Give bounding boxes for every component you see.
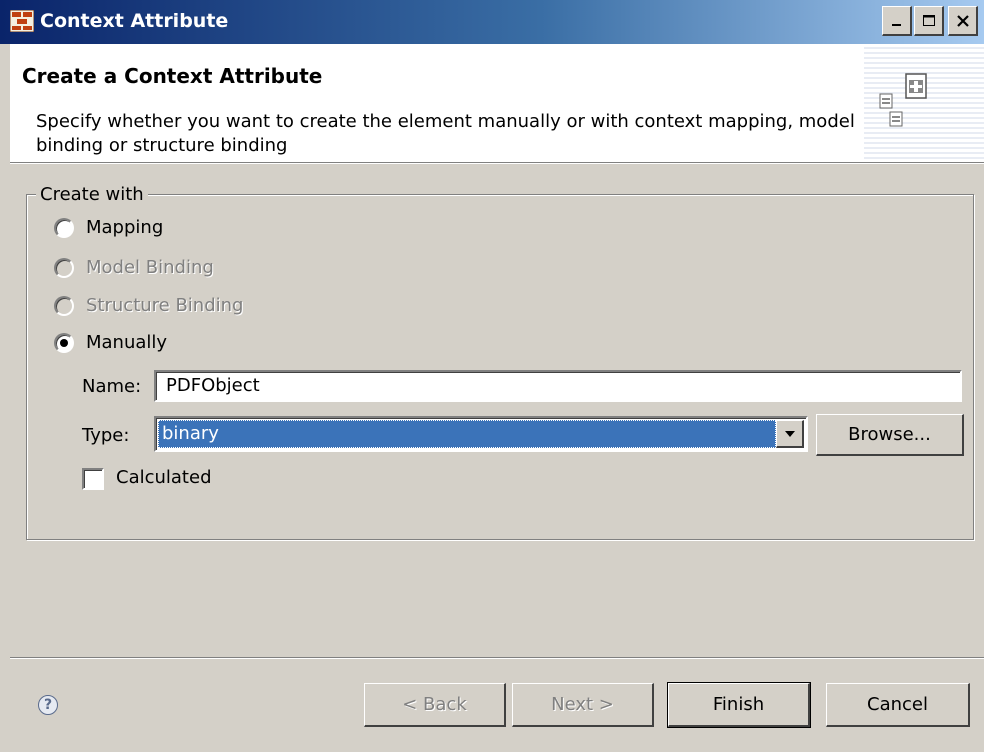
next-button: Next > [512, 683, 654, 727]
wizard-banner-icon [879, 73, 927, 127]
app-icon [10, 10, 34, 32]
radio-label: Mapping [86, 217, 164, 238]
radio-mapping[interactable]: Mapping [54, 217, 163, 238]
footer-separator-highlight [10, 658, 984, 659]
name-label: Name: [82, 376, 142, 397]
calculated-checkbox[interactable] [82, 468, 104, 490]
close-icon [956, 14, 969, 27]
type-dropdown[interactable]: binary [154, 416, 808, 452]
radio-button[interactable] [54, 332, 74, 353]
maximize-icon [922, 14, 935, 26]
finish-button[interactable]: Finish [667, 682, 811, 728]
page-title: Create a Context Attribute [22, 64, 323, 88]
page-description: Specify whether you want to create the e… [36, 111, 855, 156]
title-bar: Context Attribute [0, 0, 984, 44]
group-legend: Create with [36, 184, 148, 205]
type-selected-value: binary [158, 420, 776, 448]
type-label: Type: [82, 425, 130, 446]
radio-button [54, 257, 74, 278]
radio-button [54, 295, 74, 316]
cancel-button[interactable]: Cancel [826, 683, 970, 727]
maximize-button[interactable] [914, 6, 944, 36]
header-separator-highlight [10, 163, 984, 164]
radio-model-binding: Model Binding [54, 257, 214, 278]
wizard-header: Create a Context Attribute Specify wheth… [10, 44, 984, 162]
radio-label: Structure Binding [86, 295, 244, 316]
minimize-button[interactable] [882, 6, 912, 36]
create-with-group [26, 194, 974, 540]
radio-label: Manually [86, 332, 168, 353]
help-icon[interactable]: ? [38, 695, 58, 715]
radio-structure-binding: Structure Binding [54, 295, 243, 316]
calculated-label: Calculated [116, 467, 212, 488]
radio-button[interactable] [54, 217, 74, 238]
chevron-down-icon [784, 430, 795, 437]
radio-label: Model Binding [86, 257, 214, 278]
minimize-icon [891, 23, 901, 26]
window-title: Context Attribute [40, 10, 229, 32]
radio-manually[interactable]: Manually [54, 332, 167, 353]
close-button[interactable] [948, 6, 978, 36]
name-input[interactable]: PDFObject [154, 370, 962, 402]
back-button: < Back [364, 683, 506, 727]
browse-button[interactable]: Browse... [816, 414, 964, 456]
dropdown-arrow-button[interactable] [776, 420, 804, 448]
